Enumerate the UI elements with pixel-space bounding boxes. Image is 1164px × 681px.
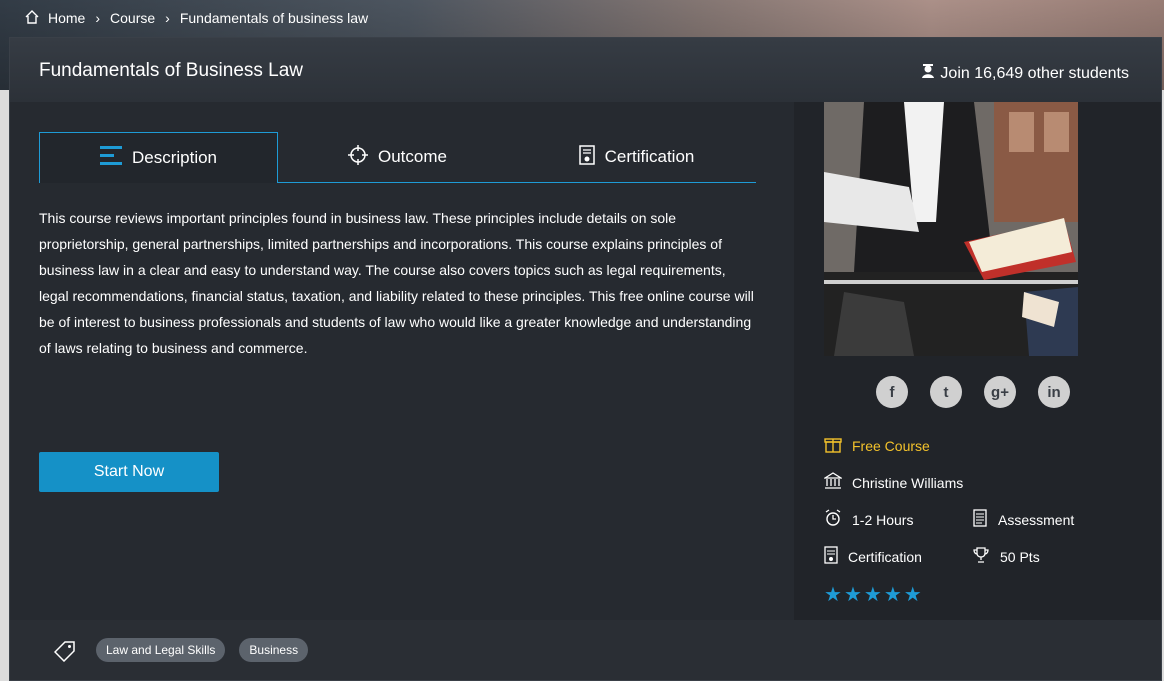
join-students: Join 16,649 other students bbox=[920, 63, 1129, 84]
tab-label: Outcome bbox=[378, 147, 447, 166]
facebook-icon[interactable]: f bbox=[876, 376, 908, 408]
star-icon: ★ bbox=[863, 584, 882, 606]
certification-label: Certification bbox=[848, 548, 922, 565]
course-tabs: Description Outcome Certification bbox=[39, 132, 756, 183]
tab-certification[interactable]: Certification bbox=[517, 132, 756, 182]
assessment-row: Assessment bbox=[972, 509, 1074, 530]
tag-chip[interactable]: Law and Legal Skills bbox=[96, 638, 226, 662]
tag-list: Law and Legal Skills Business bbox=[96, 638, 309, 662]
course-sidebar: f t g+ in Free Course Christine Williams… bbox=[794, 102, 1161, 620]
trophy-icon bbox=[972, 546, 990, 567]
instructor-row: Christine Williams bbox=[822, 472, 963, 493]
social-links: f t g+ in bbox=[876, 376, 1070, 408]
target-icon bbox=[348, 144, 368, 170]
star-icon: ★ bbox=[883, 584, 902, 606]
breadcrumb-course[interactable]: Course bbox=[110, 10, 155, 26]
tags-footer: Law and Legal Skills Business bbox=[10, 620, 1161, 680]
course-card: Fundamentals of Business Law Join 16,649… bbox=[9, 37, 1162, 681]
join-text: Join 16,649 other students bbox=[940, 64, 1129, 82]
course-title: Fundamentals of Business Law bbox=[39, 60, 304, 81]
tag-icon bbox=[53, 640, 76, 667]
price-row: Free Course bbox=[824, 435, 930, 456]
list-icon bbox=[99, 145, 122, 172]
chevron-right-icon: › bbox=[95, 10, 101, 26]
document-icon bbox=[972, 509, 988, 530]
certification-row: Certification bbox=[824, 546, 922, 567]
tag-chip[interactable]: Business bbox=[239, 638, 309, 662]
instructor-name[interactable]: Christine Williams bbox=[852, 475, 963, 491]
tab-label: Certification bbox=[604, 147, 695, 166]
star-icon: ★ bbox=[843, 584, 862, 606]
institution-icon bbox=[822, 472, 844, 493]
student-icon bbox=[920, 63, 936, 84]
star-icon: ★ bbox=[824, 584, 842, 606]
points-row: 50 Pts bbox=[972, 546, 1040, 567]
duration-row: 1-2 Hours bbox=[824, 509, 913, 530]
start-now-button[interactable]: Start Now bbox=[39, 452, 219, 492]
gift-icon bbox=[824, 435, 842, 456]
course-image bbox=[824, 102, 1078, 356]
points-label: 50 Pts bbox=[1000, 548, 1040, 565]
breadcrumb-current: Fundamentals of business law bbox=[179, 10, 369, 26]
star-icon: ★ bbox=[903, 584, 922, 606]
certificate-icon bbox=[824, 546, 838, 567]
tab-outcome[interactable]: Outcome bbox=[278, 132, 517, 182]
tab-description[interactable]: Description bbox=[39, 132, 278, 183]
course-header: Fundamentals of Business Law Join 16,649… bbox=[10, 38, 1161, 102]
twitter-icon[interactable]: t bbox=[930, 376, 962, 408]
alarm-clock-icon bbox=[824, 509, 842, 530]
rating-stars: ★ ★ ★ ★ ★ bbox=[824, 582, 922, 607]
google-plus-icon[interactable]: g+ bbox=[984, 376, 1016, 408]
price-label: Free Course bbox=[852, 437, 930, 454]
tab-label: Description bbox=[131, 148, 218, 167]
linkedin-icon[interactable]: in bbox=[1038, 376, 1070, 408]
chevron-right-icon: › bbox=[165, 10, 170, 26]
home-icon[interactable] bbox=[24, 9, 40, 28]
duration-label: 1-2 Hours bbox=[852, 511, 914, 528]
breadcrumb: Home › Course › Fundamentals of business… bbox=[24, 8, 368, 28]
assessment-label: Assessment bbox=[998, 511, 1075, 528]
course-description: This course reviews important principles… bbox=[39, 210, 754, 356]
certificate-icon bbox=[578, 144, 595, 170]
course-main: Description Outcome Certification This c… bbox=[10, 102, 794, 620]
breadcrumb-home[interactable]: Home bbox=[48, 10, 85, 26]
